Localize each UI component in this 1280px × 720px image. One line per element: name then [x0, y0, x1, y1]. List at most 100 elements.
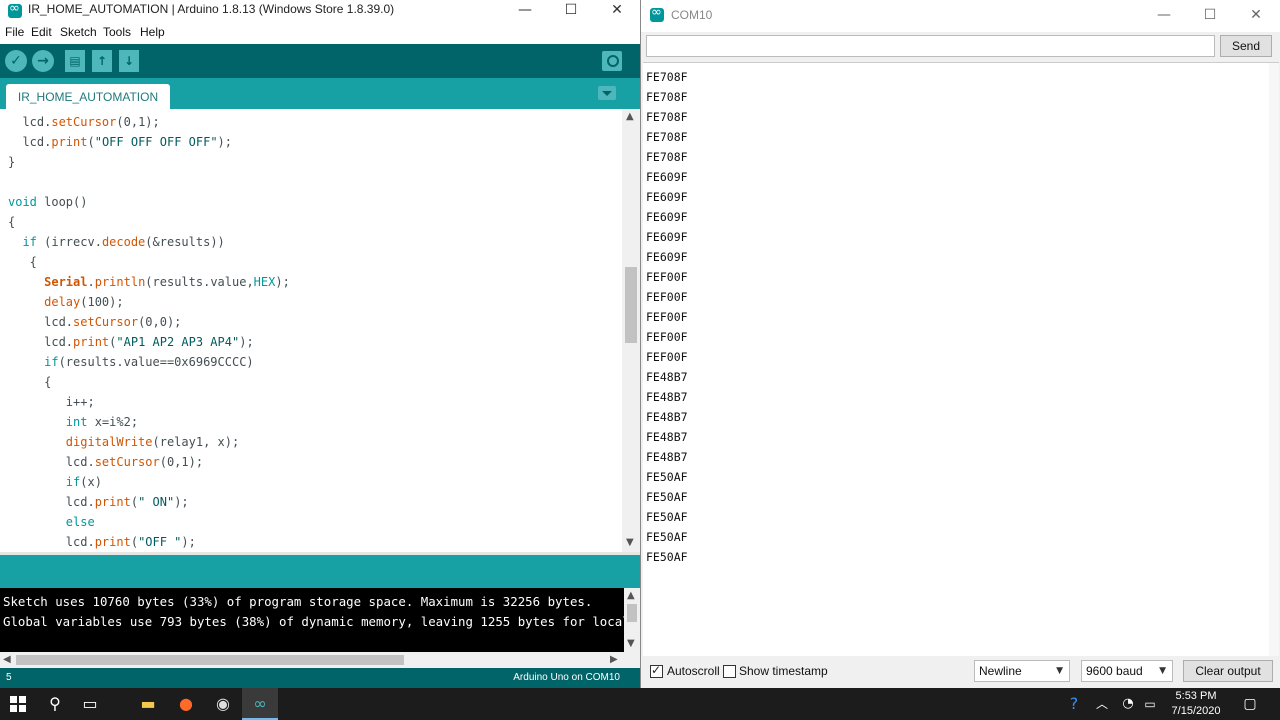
- tab-ir-home-automation[interactable]: IR_HOME_AUTOMATION: [6, 84, 170, 109]
- serial-output-line: FE50AF: [646, 470, 688, 484]
- editor-scrollbar-thumb[interactable]: [625, 267, 637, 343]
- scroll-left-icon[interactable]: ◀: [3, 654, 11, 665]
- console-scroll-up-icon[interactable]: ▲: [627, 590, 635, 601]
- line-number: 5: [6, 672, 12, 683]
- clock-date: 7/15/2020: [1171, 705, 1221, 717]
- console-text: Sketch uses 10760 bytes (33%) of program…: [3, 592, 640, 632]
- serial-output-line: FE609F: [646, 170, 688, 184]
- scroll-up-icon[interactable]: ▲: [626, 111, 634, 122]
- battery-icon[interactable]: ▭: [1138, 692, 1162, 716]
- console-scroll-down-icon[interactable]: ▼: [627, 638, 635, 649]
- notification-icon[interactable]: ▢: [1238, 692, 1262, 716]
- code-line: if(x): [65, 475, 102, 489]
- code-line: lcd.setCursor(0,0);: [8, 315, 182, 329]
- code-line: {: [8, 255, 37, 269]
- serial-output-line: FE48B7: [646, 370, 688, 384]
- taskbar: ⚲ ▭ ▬ ● ◉ ∞ ? ︿ ◔ ▭ 5:53 PM 7/15/2020 ▢: [0, 688, 1280, 720]
- file-explorer-icon[interactable]: ▬: [136, 692, 160, 716]
- search-icon[interactable]: ⚲: [43, 692, 67, 716]
- firefox-icon[interactable]: ●: [174, 692, 198, 716]
- serial-output-line: FEF00F: [646, 290, 688, 304]
- serial-output-line: FE708F: [646, 90, 688, 104]
- network-icon[interactable]: ◔: [1116, 692, 1140, 716]
- menu-sketch[interactable]: Sketch: [60, 25, 97, 39]
- autoscroll-checkbox[interactable]: [650, 663, 663, 678]
- windows-logo-icon-part: [10, 705, 17, 712]
- new-sketch-button[interactable]: ▤: [65, 50, 85, 72]
- tab-menu-button[interactable]: [598, 86, 616, 100]
- code-line: delay(100);: [44, 295, 124, 309]
- windows-logo-icon-part: [19, 696, 26, 703]
- chevron-down-icon: ▼: [1159, 666, 1166, 676]
- serial-close-button[interactable]: ✕: [1233, 5, 1279, 27]
- arduino-icon: ∞: [253, 694, 267, 713]
- verify-button[interactable]: ✓: [5, 50, 27, 72]
- console-scrollbar-thumb[interactable]: [627, 604, 637, 622]
- windows-logo-icon: [10, 696, 17, 703]
- serial-output-line: FE48B7: [646, 430, 688, 444]
- serial-output-line: FE48B7: [646, 410, 688, 424]
- serial-monitor-button[interactable]: [602, 51, 622, 71]
- menu-edit[interactable]: Edit: [31, 25, 52, 39]
- clock[interactable]: 5:53 PM 7/15/2020: [1166, 689, 1226, 719]
- serial-output-line: FEF00F: [646, 330, 688, 344]
- ide-titlebar: IR_HOME_AUTOMATION | Arduino 1.8.13 (Win…: [0, 0, 640, 22]
- baud-rate-value: 9600 baud: [1086, 664, 1143, 678]
- menu-tools[interactable]: Tools: [103, 25, 131, 39]
- console-scrollbar[interactable]: ▲ ▼: [624, 588, 640, 652]
- code-line: Serial.println(results.value,HEX);: [44, 275, 290, 289]
- minimize-button[interactable]: —: [502, 0, 548, 22]
- code-line: digitalWrite(relay1, x);: [65, 435, 240, 449]
- console-hscrollbar[interactable]: ◀ ▶: [0, 652, 640, 668]
- scroll-down-icon[interactable]: ▼: [626, 537, 634, 548]
- line-ending-select[interactable]: Newline ▼: [974, 660, 1070, 682]
- maximize-button[interactable]: ☐: [548, 0, 594, 22]
- serial-output-line: FE50AF: [646, 510, 688, 524]
- code-line: if (irrecv.decode(&results)): [22, 235, 225, 249]
- serial-output-line: FE609F: [646, 210, 688, 224]
- timestamp-checkbox[interactable]: [723, 665, 736, 678]
- autoscroll-label: Autoscroll: [667, 664, 720, 678]
- check-icon: ✓: [10, 53, 22, 69]
- obs-icon[interactable]: ◉: [211, 692, 235, 716]
- arduino-taskbar-button[interactable]: ∞: [242, 688, 278, 720]
- chevron-up-icon[interactable]: ︿: [1090, 692, 1114, 716]
- upload-button[interactable]: →: [32, 50, 54, 72]
- send-button[interactable]: Send: [1220, 35, 1272, 57]
- serial-send-input[interactable]: [646, 35, 1215, 57]
- code-line: int x=i%2;: [65, 415, 139, 429]
- clear-output-button[interactable]: Clear output: [1183, 660, 1273, 682]
- console-output: Sketch uses 10760 bytes (33%) of program…: [0, 588, 640, 652]
- task-view-icon[interactable]: ▭: [78, 692, 102, 716]
- help-icon[interactable]: ?: [1062, 692, 1086, 716]
- serial-output-line: FEF00F: [646, 350, 688, 364]
- chevron-down-icon: ▼: [1056, 666, 1063, 676]
- open-sketch-button[interactable]: ↑: [92, 50, 112, 72]
- save-sketch-button[interactable]: ↓: [119, 50, 139, 72]
- console-line: Sketch uses 10760 bytes (33%) of program…: [3, 594, 593, 609]
- serial-output-line: FEF00F: [646, 310, 688, 324]
- serial-output-scrollbar[interactable]: [1269, 63, 1279, 656]
- serial-maximize-button[interactable]: ☐: [1187, 5, 1233, 27]
- scroll-right-icon[interactable]: ▶: [610, 654, 618, 665]
- baud-rate-select[interactable]: 9600 baud ▼: [1081, 660, 1173, 682]
- code-line: {: [8, 215, 16, 229]
- arduino-app-icon: [8, 1, 22, 18]
- editor-scrollbar[interactable]: ▲ ▼: [622, 109, 640, 552]
- close-button[interactable]: ✕: [594, 0, 640, 22]
- arrow-up-icon: ↑: [96, 54, 108, 68]
- code-line: if(results.value==0x6969CCCC): [44, 355, 254, 369]
- code-line: lcd.setCursor(0,1);: [8, 115, 160, 129]
- console-hscrollbar-thumb[interactable]: [16, 655, 404, 665]
- start-button[interactable]: [10, 696, 26, 712]
- code-line: void loop(): [8, 195, 88, 209]
- code-line: lcd.setCursor(0,1);: [8, 455, 204, 469]
- arrow-down-icon: ↓: [123, 54, 135, 68]
- serial-output-line: FE708F: [646, 70, 688, 84]
- menu-file[interactable]: File: [5, 25, 24, 39]
- serial-minimize-button[interactable]: —: [1141, 5, 1187, 27]
- code-editor[interactable]: lcd.setCursor(0,1); lcd.print("OFF OFF O…: [0, 109, 640, 552]
- code-line: lcd.print("OFF ");: [8, 535, 196, 549]
- code-text[interactable]: lcd.setCursor(0,1); lcd.print("OFF OFF O…: [8, 112, 290, 552]
- menu-help[interactable]: Help: [140, 25, 165, 39]
